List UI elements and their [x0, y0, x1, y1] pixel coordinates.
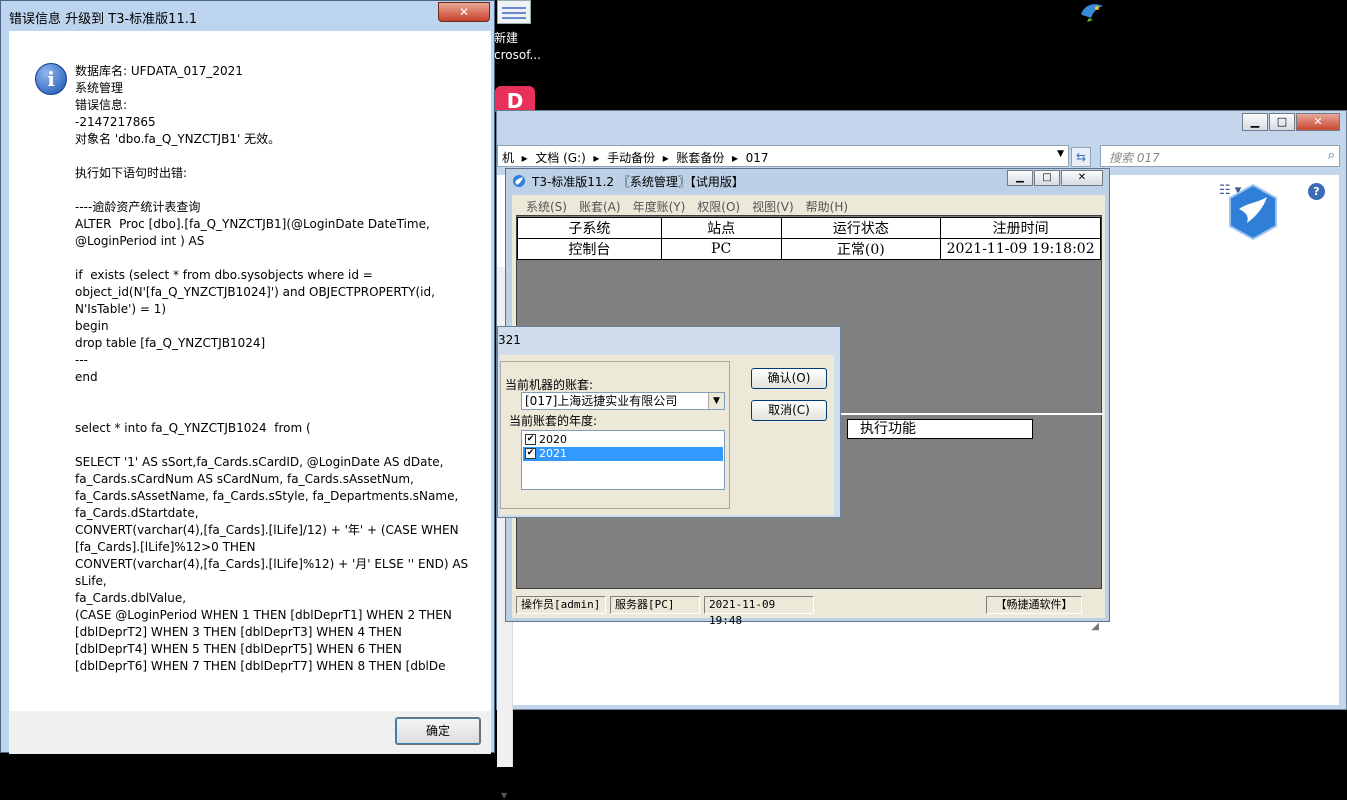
menu-view[interactable]: 视图(V) [746, 198, 800, 215]
login-dialog-title: 321 [498, 333, 521, 347]
ok-button[interactable]: 确定 [395, 717, 481, 745]
cell-status: 正常(0) [780, 238, 942, 260]
cell-site: PC [660, 238, 782, 260]
error-close-button[interactable]: ✕ [438, 2, 490, 22]
chanjet-logo-icon [1229, 183, 1277, 241]
col-site: 站点 [660, 217, 782, 239]
status-server: 服务器[PC] [610, 596, 700, 614]
explorer-maximize-button[interactable]: □ [1269, 113, 1295, 131]
menu-account[interactable]: 账套(A) [573, 198, 627, 215]
year-label: 当前账套的年度: [509, 414, 598, 428]
chevron-down-icon[interactable]: ▼ [708, 393, 724, 409]
account-select[interactable]: [017]上海远捷实业有限公司 ▼ [521, 392, 725, 410]
error-dialog-footer: 确定 [9, 711, 491, 754]
error-message-area: i 数据库名: UFDATA_017_2021 系统管理 错误信息: -2147… [9, 31, 491, 711]
desktop-app-icon[interactable]: D [495, 86, 535, 113]
error-message-text: 数据库名: UFDATA_017_2021 系统管理 错误信息: -214721… [75, 64, 469, 673]
explorer-search-input[interactable]: 搜索 017 ⌕ [1100, 145, 1340, 167]
table-header-row: 子系统 站点 运行状态 注册时间 [517, 217, 1101, 239]
status-company: 【畅捷通软件】 [986, 596, 1082, 614]
status-time: 2021-11-09 19:48 [704, 596, 814, 627]
account-select-value: [017]上海远捷实业有限公司 [525, 394, 678, 408]
status-spacer [818, 596, 982, 614]
t3-minimize-button[interactable]: ▁ [1007, 170, 1033, 186]
menu-system[interactable]: 系统(S) [520, 198, 573, 215]
search-icon[interactable]: ⌕ [1328, 148, 1335, 163]
resize-grip-icon[interactable]: ◢ [1091, 621, 1099, 632]
t3-statusbar: 操作员[admin] 服务器[PC] 2021-11-09 19:48 【畅捷通… [516, 596, 1102, 627]
year-label-text: 2021 [539, 447, 567, 460]
year-label-text: 2020 [539, 433, 567, 446]
status-operator: 操作员[admin] [516, 596, 606, 614]
year-checkbox[interactable]: ✔ [525, 448, 536, 459]
error-dialog: 错误信息 升级到 T3-标准版11.1 ✕ i 数据库名: UFDATA_017… [0, 0, 495, 754]
login-dialog-client: 当前机器的账套: [017]上海远捷实业有限公司 ▼ 当前账套的年度: ✔ 20… [500, 355, 834, 515]
desktop-shortcut-label-line1: 新建 [494, 31, 519, 45]
explorer-minimize-button[interactable]: ▁ [1242, 113, 1268, 131]
col-status: 运行状态 [780, 217, 942, 239]
subsystem-table: 子系统 站点 运行状态 注册时间 控制台 PC 正常(0) 2021-11-09… [517, 217, 1101, 260]
t3-close-button[interactable]: ✕ [1061, 170, 1103, 186]
explorer-caption-buttons: ▁ □ ✕ [1241, 113, 1340, 131]
list-item[interactable]: ✔ 2021 [523, 447, 723, 461]
account-label: 当前机器的账套: [505, 378, 594, 392]
cancel-button[interactable]: 取消(C) [751, 400, 827, 421]
menu-permissions[interactable]: 权限(O) [691, 198, 746, 215]
info-icon: i [35, 63, 67, 95]
desktop-shortcut-label[interactable]: 新建 crosof... [494, 30, 554, 64]
table-row[interactable]: 控制台 PC 正常(0) 2021-11-09 19:18:02 [517, 238, 1101, 260]
t3-maximize-button[interactable]: □ [1034, 170, 1060, 186]
t3-menubar: 系统(S) 账套(A) 年度账(Y) 权限(O) 视图(V) 帮助(H) [520, 198, 854, 215]
list-item[interactable]: ✔ 2020 [523, 433, 723, 447]
menu-help[interactable]: 帮助(H) [800, 198, 854, 215]
error-dialog-title: 错误信息 升级到 T3-标准版11.1 [9, 12, 198, 27]
exec-function-header: 执行功能 [847, 419, 1033, 439]
explorer-address-text: 机 ▸ 文档 (G:) ▸ 手动备份 ▸ 账套备份 ▸ 017 [502, 151, 769, 165]
col-register-time: 注册时间 [940, 217, 1101, 239]
desktop-document-icon[interactable] [497, 0, 531, 24]
t3-window-title: T3-标准版11.2 〖系统管理〗【试用版】 [532, 175, 744, 189]
cell-register-time: 2021-11-09 19:18:02 [940, 238, 1101, 260]
confirm-button[interactable]: 确认(O) [751, 368, 827, 389]
year-list[interactable]: ✔ 2020 ✔ 2021 [521, 430, 725, 490]
explorer-close-button[interactable]: ✕ [1296, 113, 1340, 131]
address-dropdown-icon[interactable]: ▼ [1057, 149, 1064, 159]
account-login-dialog: 321 当前机器的账套: [017]上海远捷实业有限公司 ▼ 当前账套的年度: … [497, 326, 841, 518]
col-subsystem: 子系统 [517, 217, 662, 239]
desktop-shortcut-label-line2: crosof... [494, 48, 541, 62]
refresh-icon[interactable]: ⇆ [1071, 147, 1091, 167]
help-icon[interactable]: ? [1308, 183, 1325, 200]
account-group-box: 当前机器的账套: [017]上海远捷实业有限公司 ▼ 当前账套的年度: ✔ 20… [500, 361, 730, 509]
desktop-bird-icon[interactable] [1077, 0, 1107, 22]
cell-subsystem: 控制台 [517, 238, 662, 260]
menu-yearly-account[interactable]: 年度账(Y) [627, 198, 692, 215]
explorer-address-bar[interactable]: 机 ▸ 文档 (G:) ▸ 手动备份 ▸ 账套备份 ▸ 017 ▼ [497, 145, 1069, 167]
year-checkbox[interactable]: ✔ [525, 434, 536, 445]
t3-caption-buttons: ▁ □ ✕ [1006, 170, 1103, 186]
scroll-down-icon[interactable]: ▼ [501, 791, 507, 800]
explorer-search-placeholder: 搜索 017 [1109, 151, 1160, 165]
t3-app-icon [513, 175, 525, 187]
